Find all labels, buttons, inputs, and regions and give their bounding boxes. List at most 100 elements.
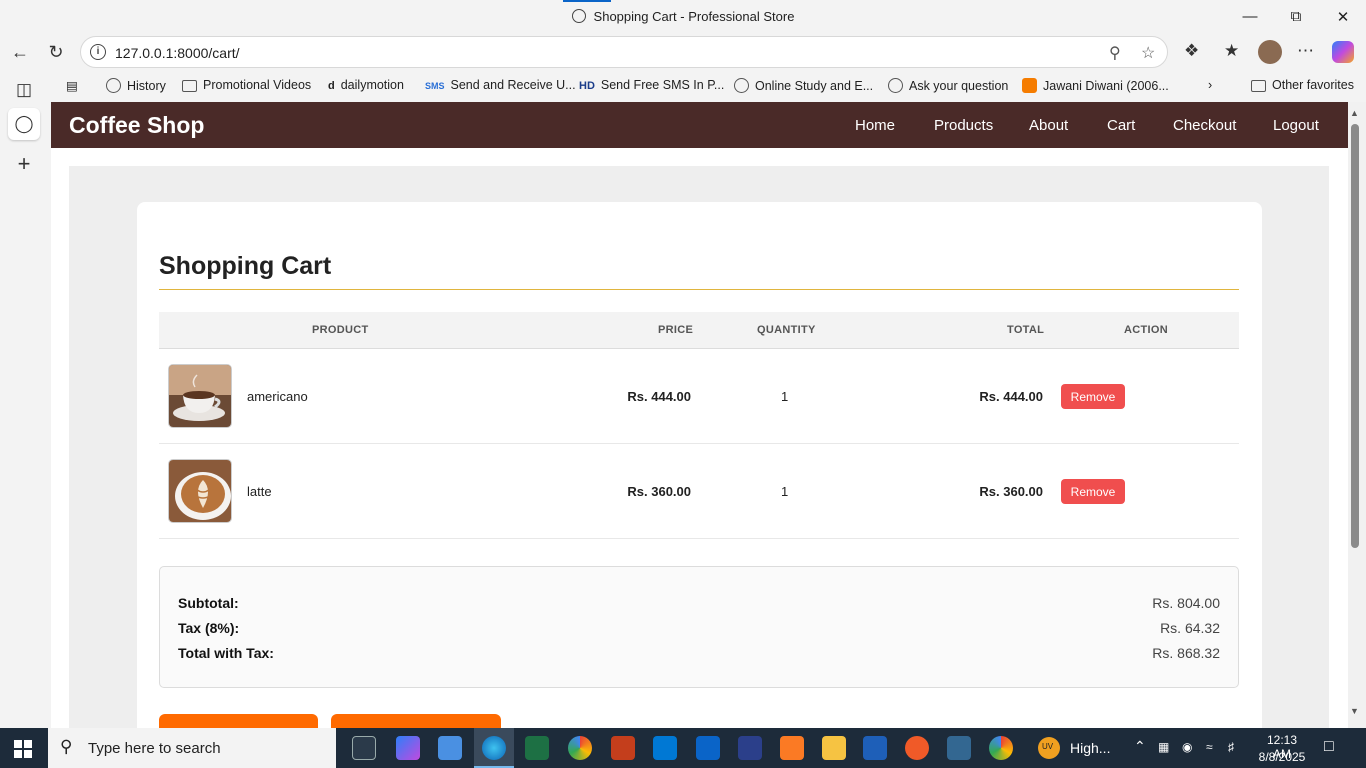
address-row: ← ↻ i 127.0.0.1:8000/cart/ ⚲ ☆ ❖ ★ ⋯ [0, 33, 1366, 70]
postman-icon[interactable] [905, 736, 929, 760]
scroll-up-icon[interactable]: ▲ [1350, 108, 1359, 118]
favorite-dailymotion[interactable]: d dailymotion [328, 78, 404, 92]
grand-total-value: Rs. 868.32 [1152, 645, 1220, 661]
folder-icon [182, 80, 197, 92]
chrome-icon[interactable] [568, 736, 592, 760]
back-button[interactable]: ← [6, 38, 34, 66]
cart-table-header: PRODUCT PRICE QUANTITY TOTAL ACTION [159, 312, 1239, 349]
copilot-icon[interactable] [1332, 41, 1354, 63]
nav-cart[interactable]: Cart [1107, 117, 1135, 134]
chevron-right-icon[interactable]: › [1208, 78, 1212, 92]
globe-icon [888, 78, 903, 93]
restore-button[interactable]: ⧉ [1273, 0, 1319, 33]
product-quantity: 1 [781, 389, 789, 404]
edge-icon[interactable] [482, 736, 506, 760]
product-price: Rs. 360.00 [627, 484, 691, 499]
copilot-app-icon[interactable] [396, 736, 420, 760]
tab-panel-icon[interactable]: ◫ [8, 74, 40, 106]
col-total: TOTAL [1007, 324, 1045, 336]
tax-label: Tax (8%): [178, 620, 240, 636]
remove-button[interactable]: Remove [1061, 384, 1125, 409]
close-button[interactable]: ✕ [1320, 0, 1366, 33]
task-view-icon[interactable] [352, 736, 376, 760]
minimize-button[interactable]: — [1227, 0, 1273, 33]
search-placeholder: Type here to search [88, 740, 221, 757]
wifi-icon[interactable]: ≈ [1206, 740, 1213, 754]
postgresql-icon[interactable] [947, 736, 971, 760]
profile-avatar[interactable] [1258, 40, 1282, 64]
xampp-icon[interactable] [780, 736, 804, 760]
favorite-send-receive[interactable]: SMS Send and Receive U... [425, 78, 576, 92]
title-divider [159, 289, 1239, 290]
scroll-down-icon[interactable]: ▼ [1350, 706, 1359, 716]
product-image-americano [168, 364, 232, 428]
weather-uv-icon[interactable]: UV [1038, 737, 1060, 759]
window-title: Shopping Cart - Professional Store [0, 9, 1366, 24]
tab-actions-icon[interactable]: ▤ [66, 78, 78, 93]
site-brand[interactable]: Coffee Shop [69, 112, 204, 139]
product-name: americano [247, 389, 308, 404]
favorite-history[interactable]: History [106, 78, 166, 93]
site-info-icon[interactable]: i [90, 44, 106, 60]
col-action: ACTION [1124, 324, 1168, 336]
refresh-button[interactable]: ↻ [42, 38, 70, 66]
chevron-up-icon[interactable]: ⌃ [1134, 738, 1146, 755]
col-quantity: QUANTITY [757, 324, 816, 336]
new-tab-plus-icon[interactable]: + [8, 148, 40, 180]
chrome-profile-icon[interactable] [989, 736, 1013, 760]
clock-date[interactable]: 8/8/2025 [1257, 750, 1307, 764]
volume-mute-icon[interactable]: ♯ [1228, 740, 1234, 754]
nav-about[interactable]: About [1029, 117, 1068, 134]
checkout-button[interactable] [331, 714, 501, 728]
favorite-jawani-diwani[interactable]: Jawani Diwani (2006... [1022, 78, 1169, 93]
subtotal-label: Subtotal: [178, 595, 239, 611]
devcpp-icon[interactable] [738, 736, 762, 760]
page-scrollbar[interactable]: ▲ ▼ [1348, 102, 1366, 728]
favorites-icon[interactable]: ★ [1224, 41, 1239, 61]
cart-summary: Subtotal: Rs. 804.00 Tax (8%): Rs. 64.32… [159, 566, 1239, 688]
continue-shopping-button[interactable] [159, 714, 318, 728]
scrollbar-thumb[interactable] [1351, 124, 1359, 548]
nav-logout[interactable]: Logout [1273, 117, 1319, 134]
nav-home[interactable]: Home [855, 117, 895, 134]
vscode-icon[interactable] [653, 736, 677, 760]
tax-value: Rs. 64.32 [1160, 620, 1220, 636]
powerpoint-icon[interactable] [611, 736, 635, 760]
zoom-icon[interactable]: ⚲ [1109, 43, 1121, 63]
col-product: PRODUCT [312, 324, 369, 336]
tray-webcam-icon[interactable]: ◉ [1182, 740, 1192, 754]
subtotal-value: Rs. 804.00 [1152, 595, 1220, 611]
table-row: latte Rs. 360.00 1 Rs. 360.00 Remove [159, 444, 1239, 539]
taskbar-search[interactable]: ⚲ Type here to search [48, 728, 336, 768]
address-bar[interactable]: i 127.0.0.1:8000/cart/ ⚲ ☆ [80, 36, 1168, 68]
sms-icon: SMS [425, 81, 445, 91]
table-row: americano Rs. 444.00 1 Rs. 444.00 Remove [159, 349, 1239, 444]
active-tab-globe-icon[interactable]: ◯ [8, 108, 40, 140]
favorite-promotional-videos[interactable]: Promotional Videos [182, 78, 311, 92]
favorites-bar: ▤ History Promotional Videos d dailymotio… [0, 70, 1366, 101]
favorite-ask-question[interactable]: Ask your question [888, 78, 1008, 93]
extensions-icon[interactable]: ❖ [1184, 41, 1199, 61]
url-text[interactable]: 127.0.0.1:8000/cart/ [115, 45, 240, 61]
hd-icon: HD [579, 80, 595, 92]
tray-device-icon[interactable]: ▦ [1158, 740, 1169, 754]
remove-button[interactable]: Remove [1061, 479, 1125, 504]
windows-start-icon[interactable] [14, 740, 32, 758]
favorite-online-study[interactable]: Online Study and E... [734, 78, 873, 93]
favorite-other[interactable]: Other favorites [1251, 78, 1354, 92]
store-icon[interactable] [438, 736, 462, 760]
globe-icon [571, 9, 586, 23]
globe-icon [106, 78, 121, 93]
word-icon[interactable] [863, 736, 887, 760]
excel-icon[interactable] [525, 736, 549, 760]
nav-checkout[interactable]: Checkout [1173, 117, 1236, 134]
more-menu-icon[interactable]: ⋯ [1297, 41, 1314, 61]
favorite-send-free-sms[interactable]: HD Send Free SMS In P... [579, 78, 724, 92]
nav-products[interactable]: Products [934, 117, 993, 134]
product-name: latte [247, 484, 272, 499]
favorite-star-icon[interactable]: ☆ [1141, 43, 1155, 63]
outlook-icon[interactable] [696, 736, 720, 760]
file-explorer-icon[interactable] [822, 736, 846, 760]
notifications-icon[interactable]: □ [1324, 738, 1334, 756]
weather-text[interactable]: High... [1070, 740, 1110, 756]
